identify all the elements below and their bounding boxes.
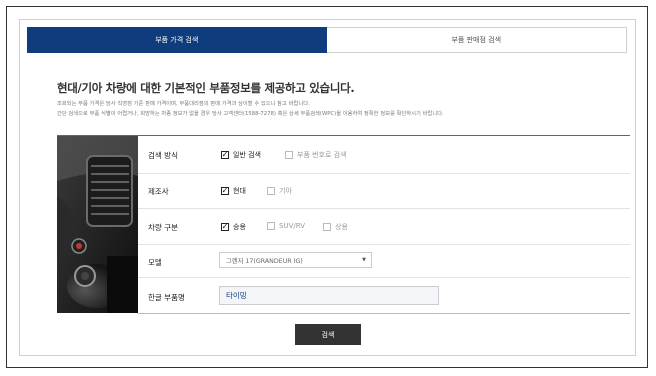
form-bottom-divider [138,313,630,314]
tab-bar: 부품 가격 검색 부품 판매점 검색 [27,27,627,53]
option-kia[interactable]: 기아 [267,186,292,196]
description-line-2: 간단 검색으로 부품 식별이 어렵거나, 희망하는 차종 정보가 없을 경우 당… [57,111,444,117]
dropdown-arrow-icon: ▼ [362,257,366,263]
model-row: 모델 [138,245,630,278]
model-label: 모델 [148,258,162,267]
checkbox-icon[interactable] [285,151,293,159]
page-title: 현대/기아 차량에 대한 기본적인 부품정보를 제공하고 있습니다. [57,81,355,95]
manufacturer-row: 제조사 ✓ 현대 기아 [138,174,630,209]
vehicle-type-label: 차량 구분 [148,223,178,232]
option-suv-rv[interactable]: SUV/RV [267,222,305,230]
option-general-search[interactable]: ✓ 일반 검색 [221,150,261,160]
option-label: 상용 [335,223,348,231]
description-line-1: 조회되는 부품 가격은 당사 직영점 기준 판매 가격이며, 부품대리점의 판매… [57,101,310,107]
option-part-number-search[interactable]: 부품 번호로 검색 [285,150,347,160]
option-label: 기아 [279,187,292,195]
option-hyundai[interactable]: ✓ 현대 [221,186,246,196]
checkbox-checked-icon[interactable]: ✓ [221,187,229,195]
search-method-row: 검색 방식 ✓ 일반 검색 부품 번호로 검색 [138,136,630,174]
option-label: 일반 검색 [233,151,261,159]
option-label: 승용 [233,223,246,231]
option-label: 부품 번호로 검색 [297,151,347,159]
part-name-input[interactable]: 타이밍 [219,286,439,305]
option-label: 현대 [233,187,246,195]
manufacturer-label: 제조사 [148,187,169,196]
tab-part-price-search[interactable]: 부품 가격 검색 [27,27,327,53]
search-method-label: 검색 방식 [148,151,178,160]
checkbox-icon[interactable] [267,222,275,230]
option-label: SUV/RV [279,222,305,230]
part-name-label: 한글 부품명 [148,293,185,302]
checkbox-icon[interactable] [267,187,275,195]
part-name-value: 타이밍 [226,291,247,300]
checkbox-checked-icon[interactable]: ✓ [221,223,229,231]
model-selected-value: 그랜저 17(GRANDEUR IG) [226,257,303,265]
option-commercial[interactable]: 상용 [323,222,348,232]
checkbox-checked-icon[interactable]: ✓ [221,151,229,159]
tab-part-dealer-search[interactable]: 부품 판매점 검색 [326,27,627,53]
checkbox-icon[interactable] [323,223,331,231]
option-passenger[interactable]: ✓ 승용 [221,222,246,232]
car-dashboard-illustration [57,136,138,313]
car-interior-image [57,136,138,313]
vehicle-type-row: 차량 구분 ✓ 승용 SUV/RV 상용 [138,209,630,245]
model-select[interactable]: 그랜저 17(GRANDEUR IG) ▼ [219,252,372,268]
search-button[interactable]: 검색 [295,324,361,345]
